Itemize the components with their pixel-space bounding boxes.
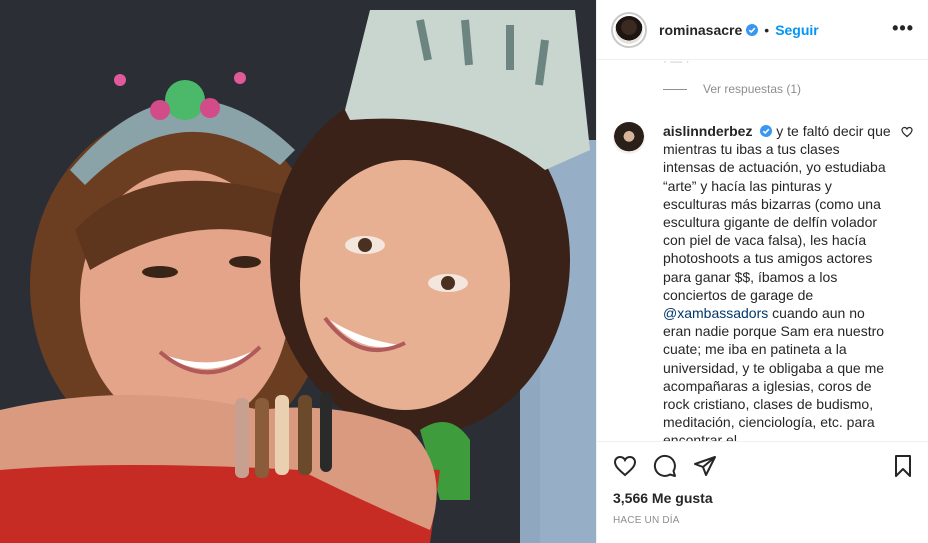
paper-plane-icon[interactable] <box>693 454 717 478</box>
header-separator: • <box>764 21 770 38</box>
comment-like-heart-icon[interactable] <box>901 126 913 138</box>
author-avatar[interactable] <box>611 11 647 48</box>
bookmark-icon[interactable] <box>891 454 915 478</box>
heart-icon[interactable] <box>613 454 637 478</box>
replies-line-icon <box>663 88 687 90</box>
commenter-avatar-image <box>613 122 645 154</box>
action-icons <box>613 454 717 478</box>
likes-count[interactable]: 3,566 Me gusta <box>613 490 713 506</box>
post-header: rominasacre • Seguir ••• <box>597 0 928 60</box>
commenter-username[interactable]: aislinnderbez <box>663 123 752 139</box>
verified-badge-icon <box>746 23 759 36</box>
post-actions-bar: 3,566 Me gusta HACE UN DÍA <box>597 441 928 543</box>
author-avatar-image <box>615 15 643 44</box>
verified-badge-icon <box>760 125 773 137</box>
comment-text-part-1: y te faltó decir que mientras tu ibas a … <box>663 123 891 303</box>
comment-icon[interactable] <box>653 454 677 478</box>
comment-text-part-2: cuando aun no eran nadie porque Sam era … <box>663 305 885 441</box>
photo-illustration <box>0 0 596 543</box>
comment-item: aislinnderbez y te faltó decir que mient… <box>613 122 913 441</box>
view-replies-button[interactable]: Ver respuestas (1) <box>663 82 801 96</box>
author-username[interactable]: rominasacre <box>659 22 742 38</box>
follow-button[interactable]: Seguir <box>775 22 819 38</box>
instagram-post-modal: rominasacre • Seguir ••• · — · Ver respu… <box>0 0 928 543</box>
post-side-panel: rominasacre • Seguir ••• · — · Ver respu… <box>596 0 928 543</box>
comment-body: aislinnderbez y te faltó decir que mient… <box>663 122 895 441</box>
post-photo[interactable] <box>0 0 596 543</box>
mention-link[interactable]: @xambassadors <box>663 305 768 321</box>
previous-comment-fragment: · — · <box>663 60 690 68</box>
comments-list[interactable]: · — · Ver respuestas (1) aislinnderbez y… <box>597 60 928 441</box>
post-timestamp[interactable]: HACE UN DÍA <box>613 515 680 526</box>
view-replies-label: Ver respuestas (1) <box>703 82 802 96</box>
commenter-avatar[interactable] <box>613 122 645 154</box>
more-options-icon[interactable]: ••• <box>892 18 914 39</box>
